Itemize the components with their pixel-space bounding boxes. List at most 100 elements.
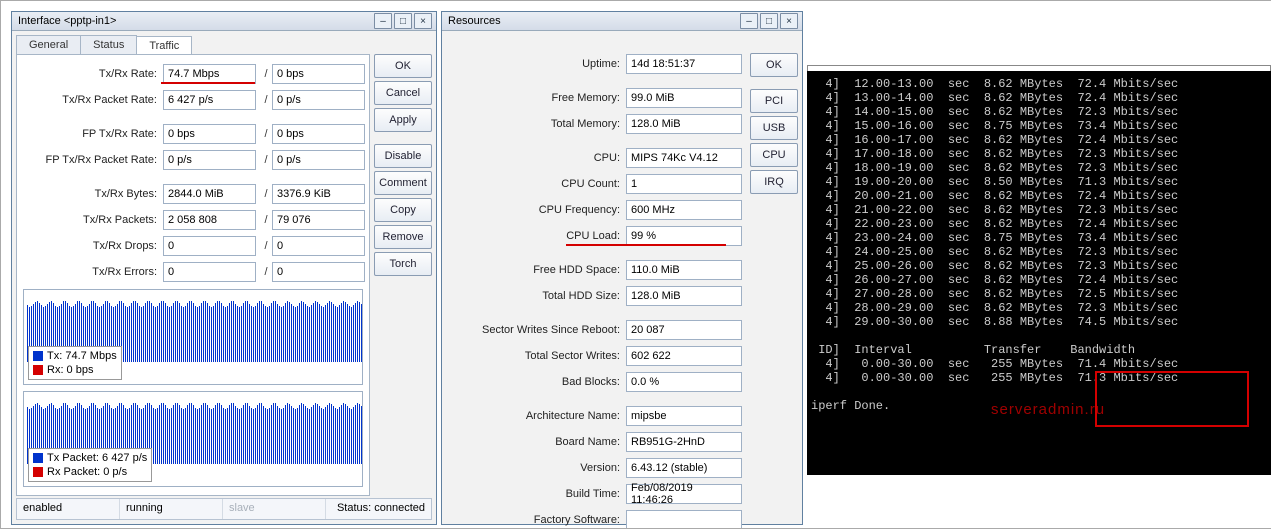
ok-button[interactable]: OK: [374, 54, 432, 78]
res-row-freehdd: Free HDD Space:110.0 MiB: [446, 259, 746, 281]
field-board: RB951G-2HnD: [626, 432, 742, 452]
res-row-fsoft: Factory Software:: [446, 509, 746, 529]
field-tx-err: 0: [163, 262, 256, 282]
watermark: serveradmin.ru: [991, 401, 1105, 418]
tab-status[interactable]: Status: [80, 35, 137, 54]
label-fp-txrx-pkt-rate: FP Tx/Rx Packet Rate:: [17, 154, 163, 166]
label-txrx-rate: Tx/Rx Rate:: [17, 68, 163, 80]
tab-general[interactable]: General: [16, 35, 81, 54]
interface-buttons: OK Cancel Apply Disable Comment Copy Rem…: [374, 54, 432, 276]
field-tx-drops: 0: [163, 236, 256, 256]
cpu-button[interactable]: CPU: [750, 143, 798, 167]
resources-sheet: Uptime:14d 18:51:37 Free Memory:99.0 MiB T…: [446, 35, 746, 520]
res-row-arch: Architecture Name:mipsbe: [446, 405, 746, 427]
label-txrx-drops: Tx/Rx Drops:: [17, 240, 163, 252]
maximize-icon[interactable]: □: [760, 13, 778, 29]
field-fp-rx-pkt: 0 p/s: [272, 150, 365, 170]
label-tsecw: Total Sector Writes:: [446, 350, 626, 362]
field-arch: mipsbe: [626, 406, 742, 426]
resources-buttons: OK PCI USB CPU IRQ: [750, 53, 798, 194]
maximize-icon[interactable]: □: [394, 13, 412, 29]
res-row-ver: Version:6.43.12 (stable): [446, 457, 746, 479]
label-totalmem: Total Memory:: [446, 118, 626, 130]
irq-button[interactable]: IRQ: [750, 170, 798, 194]
interface-tabs: General Status Traffic: [16, 35, 191, 54]
interface-statusbar: enabled running slave Status: connected: [16, 498, 432, 520]
close-icon[interactable]: ×: [414, 13, 432, 29]
interface-window: Interface <pptp-in1> – □ × General Statu…: [11, 11, 437, 525]
pci-button[interactable]: PCI: [750, 89, 798, 113]
swatch-blue-icon: [33, 453, 43, 463]
resources-title: Resources: [446, 15, 738, 27]
field-secw: 20 087: [626, 320, 742, 340]
field-cpuload: 99 %: [626, 226, 742, 246]
res-row-secw: Sector Writes Since Reboot:20 087: [446, 319, 746, 341]
field-rx-bytes: 3376.9 KiB: [272, 184, 365, 204]
label-cpu: CPU:: [446, 152, 626, 164]
label-btime: Build Time:: [446, 488, 626, 500]
field-rx-err: 0: [272, 262, 365, 282]
label-freehdd: Free HDD Space:: [446, 264, 626, 276]
legend-rx: Rx: 0 bps: [47, 363, 93, 377]
status-slave: slave: [223, 499, 326, 519]
swatch-red-icon: [33, 365, 43, 375]
label-board: Board Name:: [446, 436, 626, 448]
label-cpuload: CPU Load:: [446, 230, 626, 242]
legend-rx-pkt: Rx Packet: 0 p/s: [47, 465, 127, 479]
field-ver: 6.43.12 (stable): [626, 458, 742, 478]
label-bad: Bad Blocks:: [446, 376, 626, 388]
apply-button[interactable]: Apply: [374, 108, 432, 132]
status-running: running: [120, 499, 223, 519]
label-totalhdd: Total HDD Size:: [446, 290, 626, 302]
field-fp-rx-rate: 0 bps: [272, 124, 365, 144]
res-row-totalhdd: Total HDD Size:128.0 MiB: [446, 285, 746, 307]
minimize-icon[interactable]: –: [374, 13, 392, 29]
torch-button[interactable]: Torch: [374, 252, 432, 276]
legend-tx: Tx: 74.7 Mbps: [47, 349, 117, 363]
field-cpufreq: 600 MHz: [626, 200, 742, 220]
res-row-board: Board Name:RB951G-2HnD: [446, 431, 746, 453]
close-icon[interactable]: ×: [780, 13, 798, 29]
status-enabled: enabled: [17, 499, 120, 519]
field-tx-pkts: 2 058 808: [163, 210, 256, 230]
resources-window: Resources – □ × Uptime:14d 18:51:37 Free …: [441, 11, 803, 525]
highlight-tx-rate: [161, 82, 255, 84]
res-row-bad: Bad Blocks:0.0 %: [446, 371, 746, 393]
res-row-uptime: Uptime:14d 18:51:37: [446, 53, 746, 75]
comment-button[interactable]: Comment: [374, 171, 432, 195]
field-cpu: MIPS 74Kc V4.12: [626, 148, 742, 168]
field-totalhdd: 128.0 MiB: [626, 286, 742, 306]
interface-titlebar[interactable]: Interface <pptp-in1> – □ ×: [12, 12, 436, 31]
usb-button[interactable]: USB: [750, 116, 798, 140]
pkt-graph: Tx Packet: 6 427 p/s Rx Packet: 0 p/s: [23, 391, 363, 487]
remove-button[interactable]: Remove: [374, 225, 432, 249]
label-cpufreq: CPU Frequency:: [446, 204, 626, 216]
label-secw: Sector Writes Since Reboot:: [446, 324, 626, 336]
res-row-freemem: Free Memory:99.0 MiB: [446, 87, 746, 109]
res-row-cpufreq: CPU Frequency:600 MHz: [446, 199, 746, 221]
resources-titlebar[interactable]: Resources – □ ×: [442, 12, 802, 31]
field-rx-pkt-rate: 0 p/s: [272, 90, 365, 110]
res-row-cpu: CPU:MIPS 74Kc V4.12: [446, 147, 746, 169]
swatch-blue-icon: [33, 351, 43, 361]
tab-traffic[interactable]: Traffic: [136, 36, 192, 55]
disable-button[interactable]: Disable: [374, 144, 432, 168]
field-uptime: 14d 18:51:37: [626, 54, 742, 74]
label-txrx-pkts: Tx/Rx Packets:: [17, 214, 163, 226]
field-fp-tx-rate: 0 bps: [163, 124, 256, 144]
pkt-legend: Tx Packet: 6 427 p/s Rx Packet: 0 p/s: [28, 448, 152, 482]
legend-tx-pkt: Tx Packet: 6 427 p/s: [47, 451, 147, 465]
minimize-icon[interactable]: –: [740, 13, 758, 29]
field-freehdd: 110.0 MiB: [626, 260, 742, 280]
label-arch: Architecture Name:: [446, 410, 626, 422]
field-cpucount: 1: [626, 174, 742, 194]
label-ver: Version:: [446, 462, 626, 474]
field-freemem: 99.0 MiB: [626, 88, 742, 108]
ok-button[interactable]: OK: [750, 53, 798, 77]
field-rx-drops: 0: [272, 236, 365, 256]
field-bad: 0.0 %: [626, 372, 742, 392]
copy-button[interactable]: Copy: [374, 198, 432, 222]
field-fp-tx-pkt: 0 p/s: [163, 150, 256, 170]
cancel-button[interactable]: Cancel: [374, 81, 432, 105]
highlight-bandwidth: [1095, 371, 1249, 427]
